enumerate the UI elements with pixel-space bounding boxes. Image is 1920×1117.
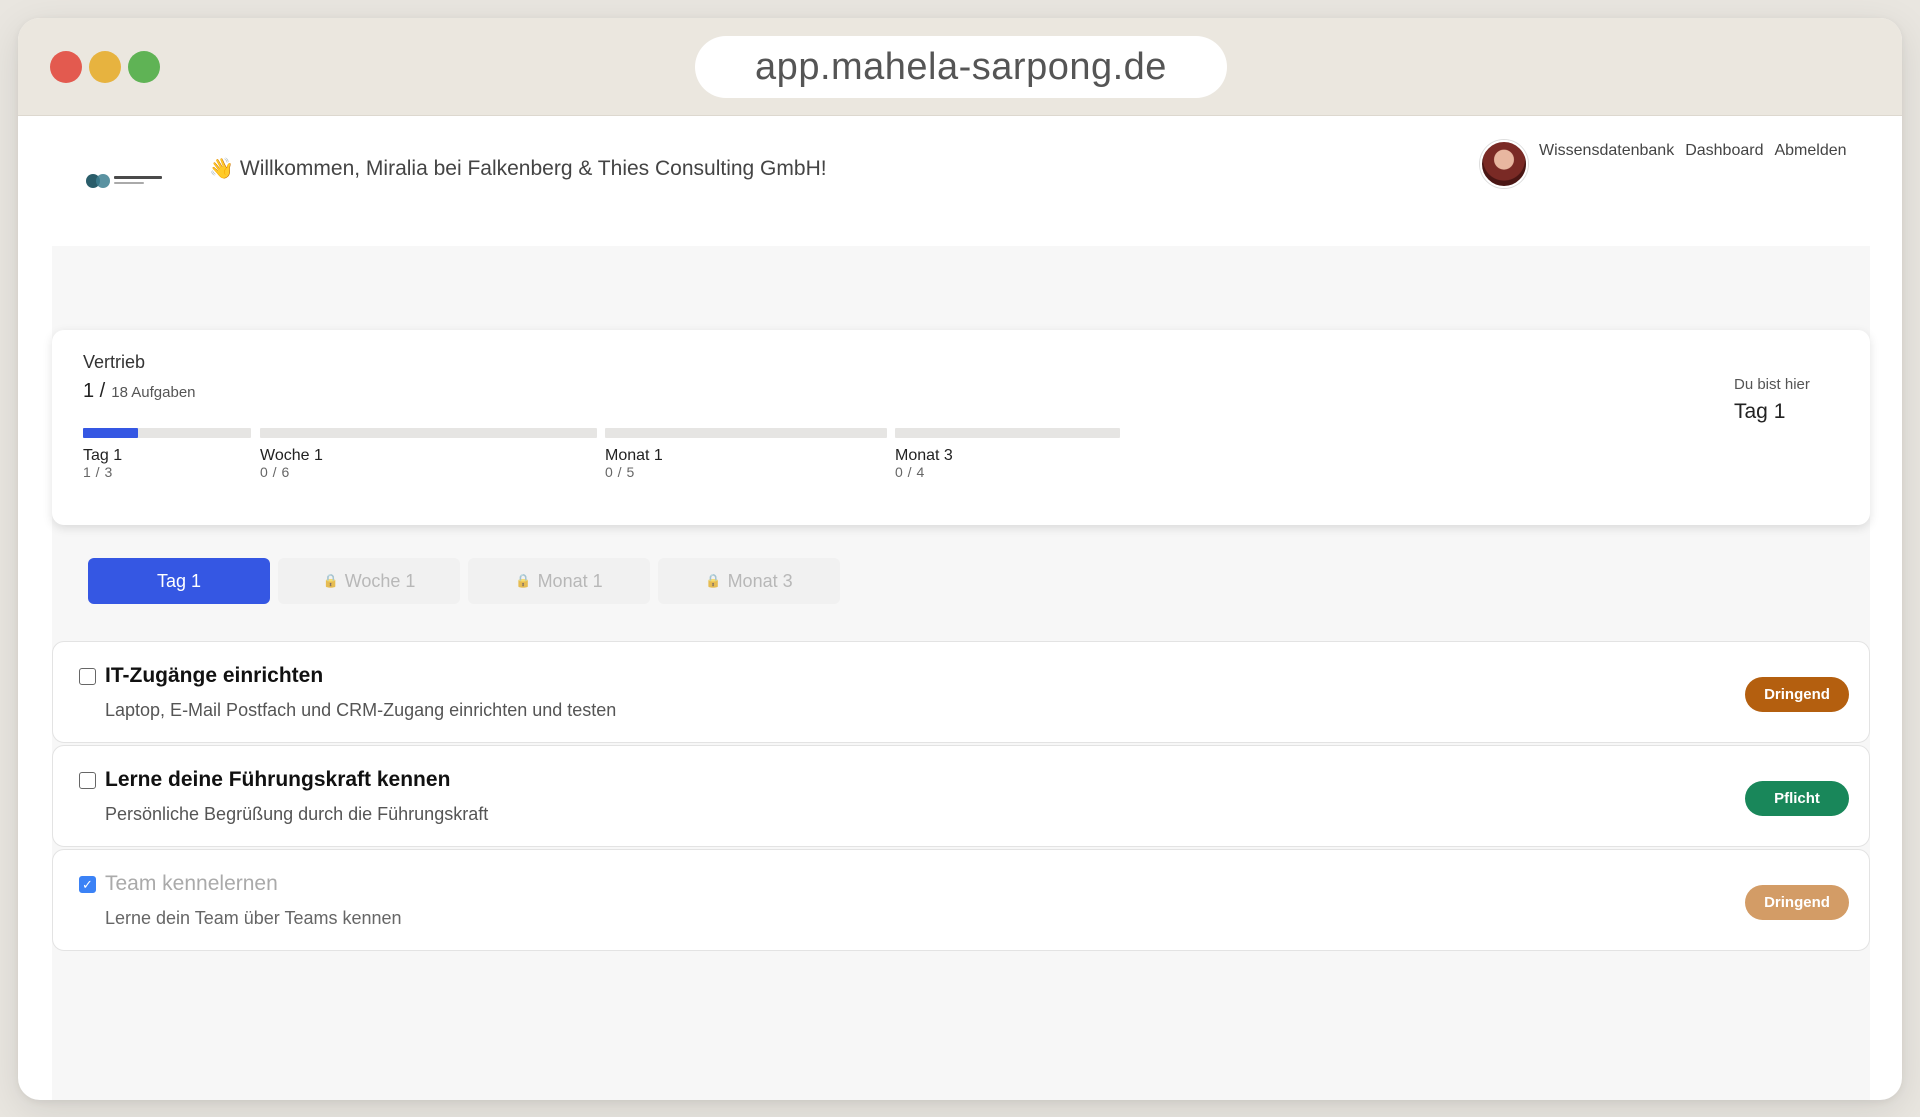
department-name: Vertrieb: [83, 352, 146, 372]
lock-icon: 🔒: [322, 573, 339, 588]
app-page: 👋 Willkommen, Miralia bei Falkenberg & T…: [52, 116, 1870, 1100]
url-bar[interactable]: app.mahela-sarpong.de: [695, 36, 1227, 98]
lock-icon: 🔒: [515, 573, 532, 588]
phase-label: Woche 1: [260, 447, 323, 464]
top-nav: Wissensdatenbank Dashboard Abmelden: [1539, 142, 1847, 160]
phase-label: Tag 1: [83, 447, 123, 464]
current-phase-label: Du bist hier: [1734, 376, 1810, 393]
lock-icon: 🔒: [705, 573, 722, 588]
task-description: Laptop, E-Mail Postfach und CRM-Zugang e…: [105, 700, 617, 720]
tab-label: Monat 1: [537, 570, 603, 591]
task-card[interactable]: ✓ Team kennelernen Lerne dein Team über …: [52, 849, 1870, 951]
tab-woche1[interactable]: 🔒 Woche 1: [278, 558, 460, 604]
welcome-message: 👋 Willkommen, Miralia bei Falkenberg & T…: [209, 156, 827, 181]
task-checkbox[interactable]: [79, 772, 96, 789]
user-avatar[interactable]: [1480, 140, 1528, 188]
tab-monat1[interactable]: 🔒 Monat 1: [468, 558, 650, 604]
task-checkbox[interactable]: [79, 668, 96, 685]
current-phase-value: Tag 1: [1734, 400, 1786, 423]
task-counter: 1 / 18 Aufgaben: [83, 380, 196, 403]
progress-card: Vertrieb 1 / 18 Aufgaben Tag 1 1 / 3 Woc…: [52, 330, 1870, 525]
welcome-text: Willkommen, Miralia bei Falkenberg & Thi…: [239, 156, 827, 180]
tab-tag1[interactable]: Tag 1: [88, 558, 270, 604]
priority-badge: Pflicht: [1745, 781, 1849, 816]
nav-link-knowledge-base[interactable]: Wissensdatenbank: [1539, 142, 1674, 160]
phase-progress-bar-tag1: [83, 428, 251, 438]
app-header: 👋 Willkommen, Miralia bei Falkenberg & T…: [52, 116, 1870, 246]
maximize-window-button[interactable]: [128, 51, 160, 83]
phase-label: Monat 3: [895, 447, 953, 464]
browser-titlebar: app.mahela-sarpong.de: [18, 18, 1902, 116]
nav-link-logout[interactable]: Abmelden: [1774, 142, 1846, 160]
phase-label: Monat 1: [605, 447, 663, 464]
task-title: Team kennelernen: [105, 872, 278, 895]
browser-window: app.mahela-sarpong.de 👋 Willkommen, Mira…: [18, 18, 1902, 1100]
task-card[interactable]: IT-Zugänge einrichten Laptop, E-Mail Pos…: [52, 641, 1870, 743]
company-logo[interactable]: [86, 168, 166, 192]
tab-label: Tag 1: [156, 570, 202, 591]
phase-tabs: Tag 1 🔒 Woche 1 🔒 Monat 1 🔒 Monat 3: [88, 558, 840, 604]
priority-badge: Dringend: [1745, 885, 1849, 920]
task-title: Lerne deine Führungskraft kennen: [105, 768, 451, 791]
phase-count: 0 / 6: [260, 464, 290, 480]
tab-label: Woche 1: [344, 570, 416, 591]
tasks-total: 18 Aufgaben: [111, 384, 196, 401]
tab-monat3[interactable]: 🔒 Monat 3: [658, 558, 840, 604]
tab-label: Monat 3: [727, 570, 793, 591]
phase-progress-bar-monat1: [605, 428, 887, 438]
close-window-button[interactable]: [50, 51, 82, 83]
nav-link-dashboard[interactable]: Dashboard: [1685, 142, 1763, 160]
tasks-done: 1 /: [83, 380, 106, 402]
phase-progress-bar-woche1: [260, 428, 597, 438]
task-description: Lerne dein Team über Teams kennen: [105, 908, 402, 928]
phase-count: 0 / 5: [605, 464, 635, 480]
phase-count: 0 / 4: [895, 464, 925, 480]
task-card[interactable]: Lerne deine Führungskraft kennen Persönl…: [52, 745, 1870, 847]
phase-progress-fill: [83, 428, 139, 438]
phase-count: 1 / 3: [83, 464, 113, 480]
task-checkbox[interactable]: ✓: [79, 876, 96, 893]
phase-progress-bar-monat3: [895, 428, 1120, 438]
task-description: Persönliche Begrüßung durch die Führungs…: [105, 804, 489, 824]
task-title: IT-Zugänge einrichten: [105, 664, 324, 687]
waving-hand-icon: 👋: [209, 158, 234, 180]
minimize-window-button[interactable]: [89, 51, 121, 83]
priority-badge: Dringend: [1745, 677, 1849, 712]
